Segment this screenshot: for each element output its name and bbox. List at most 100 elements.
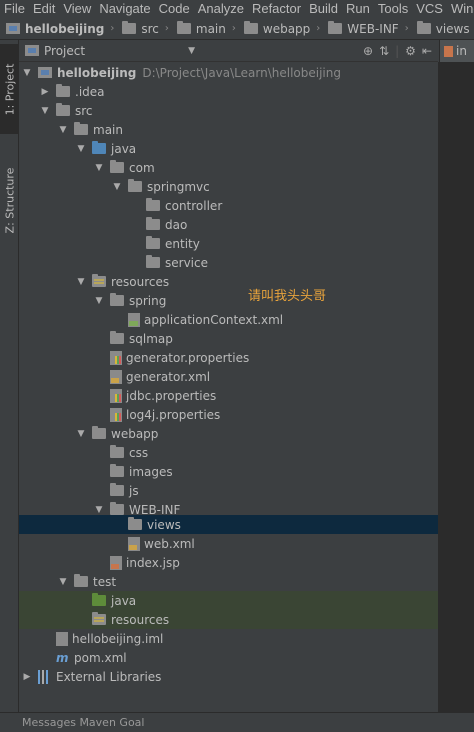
collapsed-arrow-icon[interactable]: ▶ <box>21 672 33 682</box>
chevron-right-icon: › <box>231 23 236 34</box>
package-icon <box>128 179 142 192</box>
tree-node-log4j-properties[interactable]: log4j.properties <box>19 405 438 424</box>
expanded-arrow-icon[interactable]: ▼ <box>111 182 123 192</box>
tree-node-webapp[interactable]: ▼ webapp <box>19 424 438 443</box>
folder-icon <box>110 483 124 496</box>
expanded-arrow-icon[interactable]: ▼ <box>75 429 87 439</box>
breadcrumb-item-webinf[interactable]: WEB-INF › <box>326 18 414 39</box>
project-icon <box>6 23 20 34</box>
tool-header-actions: ⊕ ⇅ | ⚙ ⇤ <box>363 44 438 58</box>
tree-node-applicationcontext[interactable]: applicationContext.xml <box>19 310 438 329</box>
hide-icon[interactable]: ⇤ <box>422 44 432 58</box>
tree-node-css[interactable]: css <box>19 443 438 462</box>
project-tool-header: Project ▼ ⊕ ⇅ | ⚙ ⇤ <box>19 40 438 62</box>
folder-icon <box>74 122 88 135</box>
tree-node-resources[interactable]: ▼ resources <box>19 272 438 291</box>
project-view-selector[interactable]: Project ▼ <box>19 44 199 58</box>
tree-node-dao[interactable]: dao <box>19 215 438 234</box>
tree-node-views[interactable]: views <box>19 515 438 534</box>
status-text[interactable]: Messages Maven Goal <box>22 716 144 729</box>
menu-edit[interactable]: Edit <box>29 0 59 18</box>
menu-view[interactable]: View <box>59 0 95 18</box>
project-icon <box>25 45 39 56</box>
tree-node-webxml[interactable]: web.xml <box>19 534 438 553</box>
breadcrumb-item-src[interactable]: src › <box>120 18 175 39</box>
breadcrumb-item-views[interactable]: views › <box>415 18 474 39</box>
tree-node-service[interactable]: service <box>19 253 438 272</box>
tree-node-root[interactable]: ▼ hellobeijing D:\Project\Java\Learn\hel… <box>19 63 438 82</box>
tree-node-springmvc[interactable]: ▼ springmvc <box>19 177 438 196</box>
menu-analyze[interactable]: Analyze <box>194 0 248 18</box>
package-icon <box>146 217 160 230</box>
tree-node-generator-properties[interactable]: generator.properties <box>19 348 438 367</box>
tree-node-test-resources[interactable]: resources <box>19 610 438 629</box>
menu-code[interactable]: Code <box>155 0 194 18</box>
tree-node-controller[interactable]: controller <box>19 196 438 215</box>
collapse-all-icon[interactable]: ⇅ <box>379 44 389 58</box>
collapsed-arrow-icon[interactable]: ▶ <box>39 87 51 97</box>
expanded-arrow-icon[interactable]: ▼ <box>57 125 69 135</box>
expanded-arrow-icon[interactable]: ▼ <box>93 163 105 173</box>
chevron-down-icon: ▼ <box>188 45 195 56</box>
tree-node-spring[interactable]: ▼ spring <box>19 291 438 310</box>
xml-file-icon <box>110 369 122 384</box>
divider: | <box>395 43 400 58</box>
tree-node-external-libraries[interactable]: ▶ External Libraries <box>19 667 438 686</box>
tree-node-pom[interactable]: m pom.xml <box>19 648 438 667</box>
tree-node-indexjsp[interactable]: index.jsp <box>19 553 438 572</box>
tree-node-jdbc-properties[interactable]: jdbc.properties <box>19 386 438 405</box>
tree-node-idea[interactable]: ▶ .idea <box>19 82 438 101</box>
breadcrumb-item-main[interactable]: main › <box>175 18 242 39</box>
status-bar: Messages Maven Goal <box>0 712 474 732</box>
menu-tools[interactable]: Tools <box>374 0 412 18</box>
package-icon <box>110 160 124 173</box>
folder-icon <box>176 21 191 34</box>
expanded-arrow-icon[interactable]: ▼ <box>75 277 87 287</box>
annotation-text: 请叫我头头哥 <box>248 289 327 304</box>
expanded-arrow-icon[interactable]: ▼ <box>39 106 51 116</box>
tree-node-src[interactable]: ▼ src <box>19 101 438 120</box>
menu-vcs[interactable]: VCS <box>412 0 447 18</box>
folder-icon <box>56 84 70 97</box>
tree-node-js[interactable]: js <box>19 481 438 500</box>
package-icon <box>146 236 160 249</box>
folder-icon <box>110 331 124 344</box>
tree-node-sqlmap[interactable]: sqlmap <box>19 329 438 348</box>
tab-project[interactable]: 1: Project <box>0 44 19 134</box>
resources-folder-icon <box>92 274 106 287</box>
test-source-folder-icon <box>92 593 106 606</box>
tree-node-iml[interactable]: hellobeijing.iml <box>19 629 438 648</box>
tree-node-images[interactable]: images <box>19 462 438 481</box>
menu-refactor[interactable]: Refactor <box>248 0 305 18</box>
expanded-arrow-icon[interactable]: ▼ <box>93 505 105 515</box>
tree-node-main[interactable]: ▼ main <box>19 120 438 139</box>
menu-navigate[interactable]: Navigate <box>95 0 154 18</box>
editor-area[interactable] <box>438 62 474 712</box>
scroll-from-source-icon[interactable]: ⊕ <box>363 44 373 58</box>
expanded-arrow-icon[interactable]: ▼ <box>57 577 69 587</box>
tree-node-entity[interactable]: entity <box>19 234 438 253</box>
tab-structure[interactable]: Z: Structure <box>0 160 19 240</box>
tree-node-java[interactable]: ▼ java <box>19 139 438 158</box>
menu-run[interactable]: Run <box>342 0 374 18</box>
expanded-arrow-icon[interactable]: ▼ <box>21 68 33 78</box>
editor-tab[interactable]: in <box>439 40 474 62</box>
breadcrumb-item-project[interactable]: hellobeijing › <box>0 18 120 39</box>
xml-file-icon <box>128 536 140 551</box>
tree-node-test[interactable]: ▼ test <box>19 572 438 591</box>
chevron-right-icon: › <box>404 23 409 34</box>
folder-icon <box>128 517 142 530</box>
expanded-arrow-icon[interactable]: ▼ <box>93 296 105 306</box>
tree-node-generator-xml[interactable]: generator.xml <box>19 367 438 386</box>
menu-file[interactable]: File <box>0 0 29 18</box>
menu-window[interactable]: Window <box>447 0 474 18</box>
folder-icon <box>122 21 137 34</box>
tree-node-test-java[interactable]: java <box>19 591 438 610</box>
breadcrumb-item-webapp[interactable]: webapp › <box>242 18 326 39</box>
gear-icon[interactable]: ⚙ <box>405 44 416 58</box>
menu-build[interactable]: Build <box>305 0 342 18</box>
folder-icon <box>110 293 124 306</box>
tree-node-com[interactable]: ▼ com <box>19 158 438 177</box>
chevron-right-icon: › <box>110 23 115 34</box>
expanded-arrow-icon[interactable]: ▼ <box>75 144 87 154</box>
